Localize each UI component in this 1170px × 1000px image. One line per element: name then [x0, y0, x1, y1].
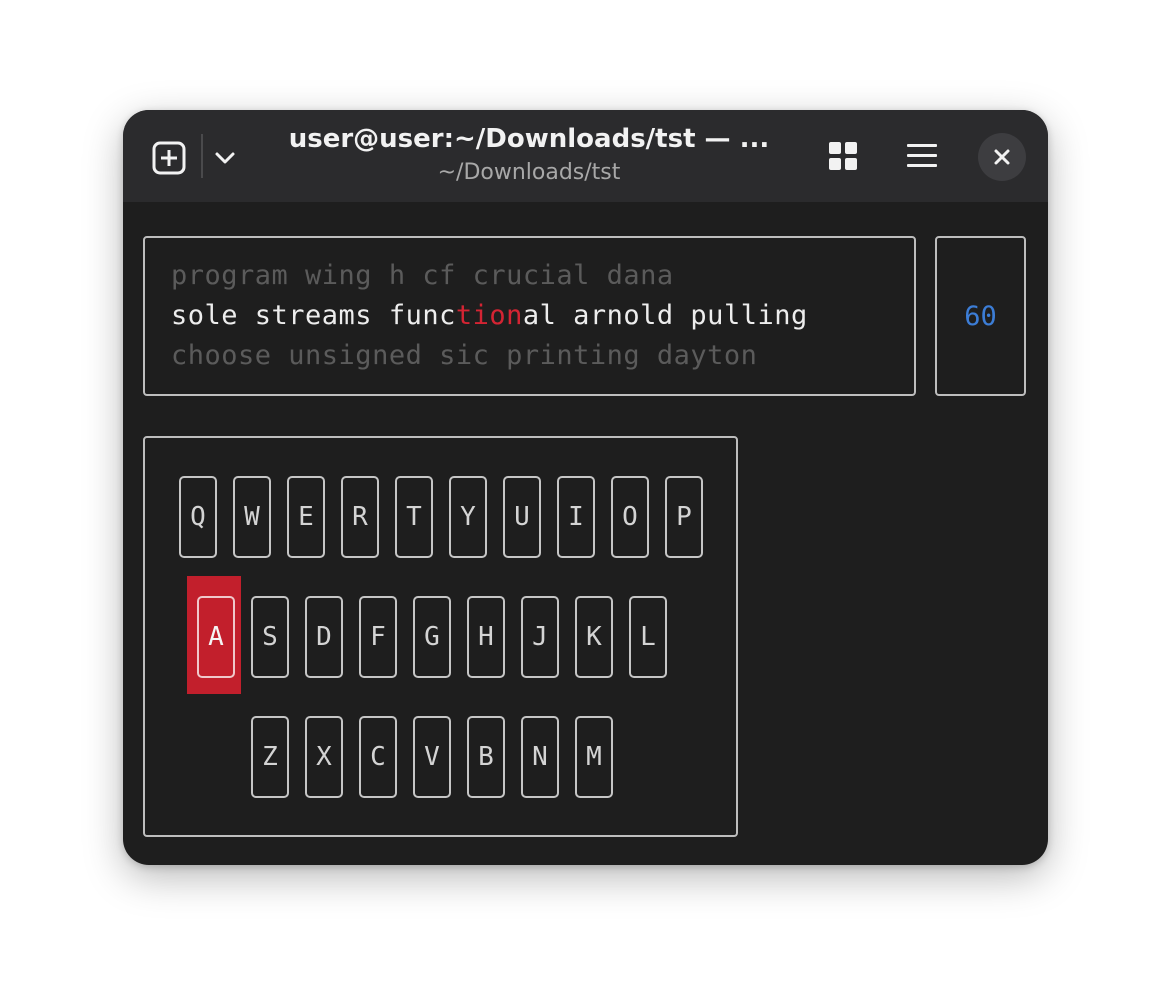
- title-bar: user@user:~/Downloads/tst — ... ~/Downlo…: [123, 110, 1048, 202]
- grid-icon: [829, 142, 857, 170]
- key-k[interactable]: K: [575, 596, 613, 678]
- previous-line: program wing h cf crucial dana: [171, 260, 674, 291]
- timer-panel: 60: [935, 236, 1026, 396]
- close-button[interactable]: [978, 133, 1026, 181]
- key-c[interactable]: C: [359, 716, 397, 798]
- key-u[interactable]: U: [503, 476, 541, 558]
- key-w[interactable]: W: [233, 476, 271, 558]
- terminal-window: user@user:~/Downloads/tst — ... ~/Downlo…: [123, 110, 1048, 865]
- new-tab-icon: [152, 141, 186, 175]
- key-l[interactable]: L: [629, 596, 667, 678]
- key-q[interactable]: Q: [179, 476, 217, 558]
- next-line: choose unsigned sic printing dayton: [171, 340, 758, 371]
- new-tab-button[interactable]: [149, 138, 189, 178]
- tab-menu-button[interactable]: [209, 138, 241, 178]
- toolbar-separator: [201, 134, 203, 178]
- key-v[interactable]: V: [413, 716, 451, 798]
- close-icon: [994, 149, 1010, 165]
- chevron-down-icon: [215, 152, 235, 164]
- keyboard-panel: QWERTYUIOP ASDFGHJKL ZXCVBNM: [143, 436, 738, 837]
- key-e[interactable]: E: [287, 476, 325, 558]
- key-j[interactable]: J: [521, 596, 559, 678]
- hamburger-menu-icon: [907, 144, 937, 167]
- remaining-text: al arnold pulling: [522, 300, 808, 331]
- key-b[interactable]: B: [467, 716, 505, 798]
- key-z[interactable]: Z: [251, 716, 289, 798]
- key-d[interactable]: D: [305, 596, 343, 678]
- key-t[interactable]: T: [395, 476, 433, 558]
- typed-error-text: tion: [455, 300, 523, 331]
- key-p[interactable]: P: [665, 476, 703, 558]
- timer-value: 60: [964, 300, 997, 332]
- key-x[interactable]: X: [305, 716, 343, 798]
- key-g[interactable]: G: [413, 596, 451, 678]
- window-title: user@user:~/Downloads/tst — ...: [288, 124, 770, 154]
- key-y[interactable]: Y: [449, 476, 487, 558]
- key-s[interactable]: S: [251, 596, 289, 678]
- key-i[interactable]: I: [557, 476, 595, 558]
- current-line: sole streams functional arnold pulling: [171, 300, 808, 331]
- key-o[interactable]: O: [611, 476, 649, 558]
- typed-correct-text: sole streams func: [171, 300, 456, 331]
- main-menu-button[interactable]: [902, 136, 942, 176]
- key-a[interactable]: A: [197, 596, 235, 678]
- key-r[interactable]: R: [341, 476, 379, 558]
- key-n[interactable]: N: [521, 716, 559, 798]
- key-h[interactable]: H: [467, 596, 505, 678]
- key-m[interactable]: M: [575, 716, 613, 798]
- tab-overview-button[interactable]: [823, 136, 863, 176]
- key-f[interactable]: F: [359, 596, 397, 678]
- window-subtitle: ~/Downloads/tst: [437, 160, 621, 185]
- typing-text-panel: program wing h cf crucial dana sole stre…: [143, 236, 916, 396]
